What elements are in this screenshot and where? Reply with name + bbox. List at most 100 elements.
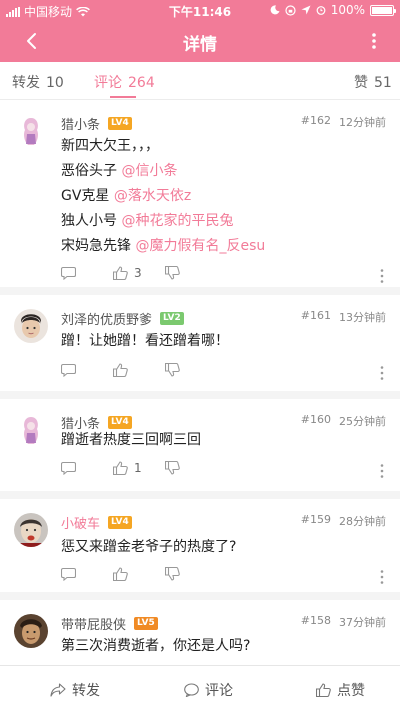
level-badge: LV4	[108, 516, 132, 529]
comment-content: 第三次消费逝者，你还是人吗?	[61, 634, 250, 659]
comment-item: 刘泽的优质野爹 LV2 #161 13分钟前 蹭！让她蹭！看还蹭着哪！	[0, 295, 400, 391]
comment-content: 新四大欠王，，， 恶俗头子 @信小条 GV克星 @落水天依z 独人小号 @种花家…	[61, 134, 265, 259]
dislike-button[interactable]	[165, 567, 180, 581]
comment-list[interactable]: 猎小条 LV4 #162 12分钟前 新四大欠王，，， 恶俗头子 @信小条 GV克星…	[0, 100, 400, 665]
nav-bar: 详情	[0, 20, 400, 62]
username[interactable]: 刘泽的优质野爹 LV2	[61, 309, 184, 328]
comment-meta: #159 28分钟前	[301, 513, 386, 529]
lock-rotation-icon	[285, 4, 296, 16]
tab-repost-label: 转发	[12, 75, 40, 91]
more-options-icon[interactable]	[379, 569, 385, 585]
comment-line: 蹭！让她蹭！看还蹭着哪！	[61, 329, 229, 354]
more-options-icon[interactable]	[379, 365, 385, 381]
comment-button[interactable]: 评论	[184, 680, 233, 700]
like-count: 1	[134, 461, 142, 475]
moon-icon	[270, 5, 280, 15]
comment-line: 蹭逝者热度三回啊三回	[61, 428, 201, 453]
dislike-button[interactable]	[165, 363, 180, 377]
floor-number: #159	[300, 513, 331, 526]
like-post-button[interactable]: 点赞	[316, 680, 365, 700]
like-count: 3	[134, 266, 142, 280]
comment-icon	[61, 266, 76, 280]
comment-line: 惩又来蹭金老爷子的热度了?	[61, 535, 236, 560]
dislike-button[interactable]	[165, 266, 180, 280]
like-button[interactable]: 1	[113, 461, 142, 475]
reply-button[interactable]	[61, 363, 76, 377]
username[interactable]: 猎小条 LV4	[61, 114, 132, 133]
tab-likes-label: 赞	[354, 75, 368, 91]
comment-meta: #158 37分钟前	[301, 614, 386, 630]
comment-line: 独人小号 @种花家的平民兔	[61, 209, 265, 234]
tab-repost-count: 10	[46, 75, 64, 91]
username-text: 带带屁股侠	[61, 618, 127, 633]
comment-item: 小破车 LV4 #159 28分钟前 惩又来蹭金老爷子的热度了?	[0, 499, 400, 592]
avatar[interactable]	[14, 413, 48, 447]
floor-number: #160	[300, 413, 331, 426]
comment-line: GV克星 @落水天依z	[61, 184, 265, 209]
comment-icon	[61, 363, 76, 377]
repost-icon	[50, 683, 66, 697]
floor-number: #158	[300, 614, 331, 627]
dislike-button[interactable]	[165, 461, 180, 475]
more-options-icon[interactable]	[379, 268, 385, 284]
timestamp: 13分钟前	[339, 311, 386, 324]
mention-link[interactable]: @落水天依z	[114, 188, 191, 204]
thumbs-up-icon	[113, 461, 128, 475]
thumbs-down-icon	[165, 567, 180, 581]
comment-label: 评论	[205, 683, 233, 699]
more-options-icon[interactable]	[379, 463, 385, 479]
like-button[interactable]: 3	[113, 266, 142, 280]
tab-comments[interactable]: 评论 264	[94, 72, 155, 92]
timestamp: 28分钟前	[339, 515, 386, 528]
location-icon	[301, 5, 311, 15]
comment-icon	[61, 567, 76, 581]
like-button[interactable]	[113, 567, 134, 581]
more-icon[interactable]	[362, 29, 386, 53]
avatar[interactable]	[14, 513, 48, 547]
reply-button[interactable]	[61, 567, 76, 581]
thumbs-up-icon	[316, 683, 331, 697]
comment-text: 第三次消费逝者，你还是人吗?	[61, 638, 251, 654]
battery-percent: 100%	[330, 3, 365, 17]
mention-link[interactable]: @信小条	[121, 163, 177, 179]
comment-content: 惩又来蹭金老爷子的热度了?	[61, 535, 236, 560]
like-button[interactable]	[113, 363, 134, 377]
mention-link[interactable]: @魔力假有名_反esu	[135, 238, 265, 254]
tab-repost[interactable]: 转发 10	[12, 72, 64, 92]
tab-comments-count: 264	[128, 75, 155, 91]
username[interactable]: 带带屁股侠 LV5	[61, 614, 158, 633]
comment-actions	[61, 363, 391, 383]
comment-content: 蹭逝者热度三回啊三回	[61, 428, 201, 453]
thumbs-down-icon	[165, 266, 180, 280]
comment-line: 第三次消费逝者，你还是人吗?	[61, 634, 250, 659]
repost-button[interactable]: 转发	[50, 680, 100, 700]
thumbs-down-icon	[165, 363, 180, 377]
alarm-icon	[316, 6, 326, 15]
comment-text: 蹭逝者热度三回啊三回	[61, 432, 201, 448]
tab-likes[interactable]: 赞 51	[354, 72, 392, 92]
like-label: 点赞	[337, 683, 365, 699]
comment-line: 宋妈急先锋 @魔力假有名_反esu	[61, 234, 265, 259]
avatar[interactable]	[14, 309, 48, 343]
thumbs-down-icon	[165, 461, 180, 475]
reply-button[interactable]	[61, 266, 76, 280]
reply-button[interactable]	[61, 461, 76, 475]
comment-icon	[61, 461, 76, 475]
mention-link[interactable]: @种花家的平民兔	[121, 213, 233, 229]
comment-actions	[61, 567, 391, 587]
level-badge: LV5	[134, 617, 158, 630]
comment-actions: 3	[61, 266, 391, 286]
battery-icon	[370, 4, 396, 16]
comment-content: 蹭！让她蹭！看还蹭着哪！	[61, 329, 229, 354]
username[interactable]: 小破车 LV4	[61, 513, 132, 532]
page-title: 详情	[183, 35, 217, 55]
comment-text: 惩又来蹭金老爷子的热度了?	[61, 539, 237, 555]
avatar[interactable]	[14, 614, 48, 648]
status-bar: 中国移动 下午11:46 100%	[0, 0, 400, 20]
comment-line: 恶俗头子 @信小条	[61, 159, 265, 184]
thumbs-up-icon	[113, 567, 128, 581]
level-badge: LV2	[160, 312, 184, 325]
comment-icon	[184, 683, 199, 697]
avatar[interactable]	[14, 114, 48, 148]
comment-actions: 1	[61, 461, 391, 481]
